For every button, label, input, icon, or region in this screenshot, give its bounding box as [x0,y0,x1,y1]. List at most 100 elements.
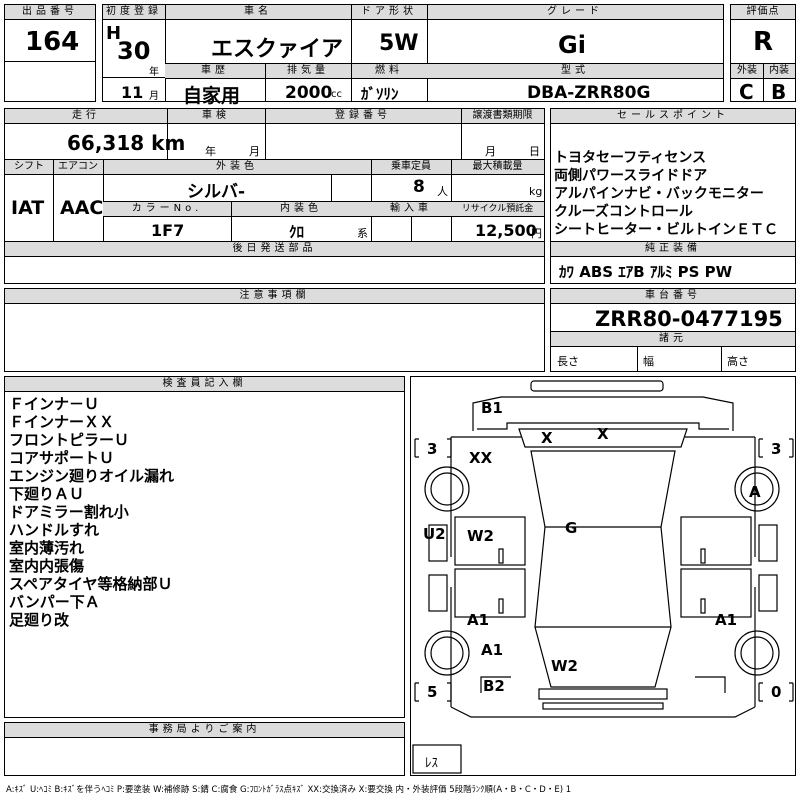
displacement-label: 排気量 [265,64,351,79]
note-line: 室内薄汚れ [9,539,85,557]
sales-label: セールスポイント [551,109,795,124]
ac-label: エアコン [53,160,103,175]
width-label: 幅 [643,355,654,368]
note-line: 下廻りＡＵ [9,485,85,503]
load-label: 最大積載量 [451,160,544,175]
genuine-label: 純正装備 [551,242,795,257]
int-label: 内装 [763,64,795,79]
lot-box: 出品番号 164 [4,4,96,102]
tread-front-right: 3 [771,440,782,458]
tread-front-left: 3 [427,440,438,458]
office-label: 事務局よりご案内 [5,723,404,738]
capacity-value: 8 [413,177,425,197]
note-line: 室内内張傷 [9,557,85,575]
damage-mark: B2 [483,677,505,695]
recycle-label: リサイクル預託金 [451,202,544,217]
transfer-day-unit: 日 [529,145,540,158]
load-unit: kg [529,185,543,198]
damage-mark: X [541,429,553,447]
model-code: DBA-ZRR80G [527,83,651,103]
inspector-box: 検査員記入欄 Ｆインナ－Ｕ ＦインナーＸＸ フロントピラーＵ コアサポートＵ エ… [4,376,405,718]
damage-mark: A1 [467,611,490,629]
ext-score: C [739,80,754,104]
sales-point: 両側パワースライドドア [554,168,708,184]
sales-box: セールスポイント トヨタセーフティセンス 両側パワースライドドア アルパインナビ… [550,108,796,284]
caution-label: 注意事項欄 [5,289,544,304]
transfer-label: 譲渡書類期限 [461,109,544,124]
capacity-unit: 人 [437,185,448,198]
legend: A:ｷｽﾞ U:ﾍｺﾐ B:ｷｽﾞを伴うﾍｺﾐ P:要塗装 W:補修跡 S:錆 … [6,785,572,795]
note-line: Ｆインナ－Ｕ [9,395,100,413]
door-label: ドア形状 [351,5,427,20]
tread-rear-left: 5 [427,683,438,701]
mileage-label: 走行 [5,109,167,124]
int-color: ｸﾛ [289,223,305,241]
year-unit: 年 [149,67,159,78]
int-color-label: 内装色 [231,202,371,217]
history-label: 車歴 [165,64,265,79]
model-label: 型式 [427,64,723,79]
spare-tire: ﾚｽ [425,756,438,771]
shift-value: IAT [11,197,45,219]
sales-points-list: トヨタセーフティセンス 両側パワースライドドア アルパインナビ・バックモニター … [554,149,778,239]
int-score: B [771,80,787,104]
cc-unit: cc [331,89,342,100]
car-history: 自家用 [183,85,241,107]
shift-label: シフト [5,160,53,175]
note-line: ハンドルすれ [9,521,100,539]
reg-month: 11 [121,83,144,102]
first-reg-label: 初度登録 [103,5,165,20]
ac-value: AAC [60,197,104,219]
height-label: 高さ [727,355,749,368]
later-parts-label: 後日発送部品 [5,242,544,257]
damage-mark: W2 [467,527,494,545]
color-label: 外装色 [103,160,371,175]
genuine-value: ｶﾜ ABS ｴｱB ｱﾙﾐ PS PW [559,263,733,281]
spec-box: 走行 車検 登録番号 譲渡書類期限 66,318 km 年 月 月 日 シフト … [4,108,545,284]
displacement: 2000 [285,83,333,103]
note-line: ドアミラー割れ小 [9,503,129,521]
dims-label: 諸元 [551,332,795,347]
damage-mark: U2 [423,525,446,543]
transfer-month-unit: 月 [485,145,496,158]
damage-mark: G [565,519,578,537]
ext-label: 外装 [731,64,763,79]
note-line: ＦインナーＸＸ [9,413,115,431]
inspection-label: 車検 [167,109,265,124]
tread-rear-right: 0 [771,683,782,701]
color-value: シルバ- [187,182,246,202]
grade-label: グレード [427,5,723,20]
caution-box: 注意事項欄 [4,288,545,372]
door-type: 5W [379,31,419,56]
score-label: 評価点 [731,5,795,20]
office-box: 事務局よりご案内 [4,722,405,776]
inspector-notes: Ｆインナ－Ｕ ＦインナーＸＸ フロントピラーＵ コアサポートＵ エンジン廻りオイ… [9,395,174,629]
sales-point: トヨタセーフティセンス [554,150,707,166]
import-label: 輸入車 [371,202,451,217]
fuel: ｶﾞｿﾘﾝ [361,85,399,103]
inspector-label: 検査員記入欄 [5,377,404,392]
insp-month-unit: 月 [249,145,260,158]
insp-year-unit: 年 [205,145,216,158]
reg-year: 30 [117,37,151,65]
car-name: エスクァイア [211,37,344,62]
length-label: 長さ [557,355,579,368]
note-line: コアサポートＵ [9,449,115,467]
note-line: バンパー下Ａ [9,593,100,611]
damage-mark: A1 [481,641,504,659]
damage-mark: A [749,483,761,501]
sales-point: クルーズコントロール [554,204,693,220]
vehicle-info-box: 初度登録 車名 ドア形状 グレード H 30 年 11 月 エスクァイア 5W … [102,4,724,107]
car-diagram: 3 3 5 0 ﾚｽ B1 X X XX A G U2 W2 A1 A1 A1 … [410,376,796,776]
capacity-label: 乗車定員 [371,160,451,175]
lot-label: 出品番号 [5,5,95,20]
recycle-fee: 12,500 [475,221,537,240]
color-no-label: カラーNo. [103,202,231,217]
int-color-unit: 系 [357,227,368,240]
mileage: 66,318 km [67,131,186,155]
score-value: R [753,27,774,57]
car-name-label: 車名 [165,5,351,20]
sales-point: アルパインナビ・バックモニター [554,186,764,202]
damage-mark: XX [469,449,493,467]
note-line: エンジン廻りオイル漏れ [9,467,175,485]
